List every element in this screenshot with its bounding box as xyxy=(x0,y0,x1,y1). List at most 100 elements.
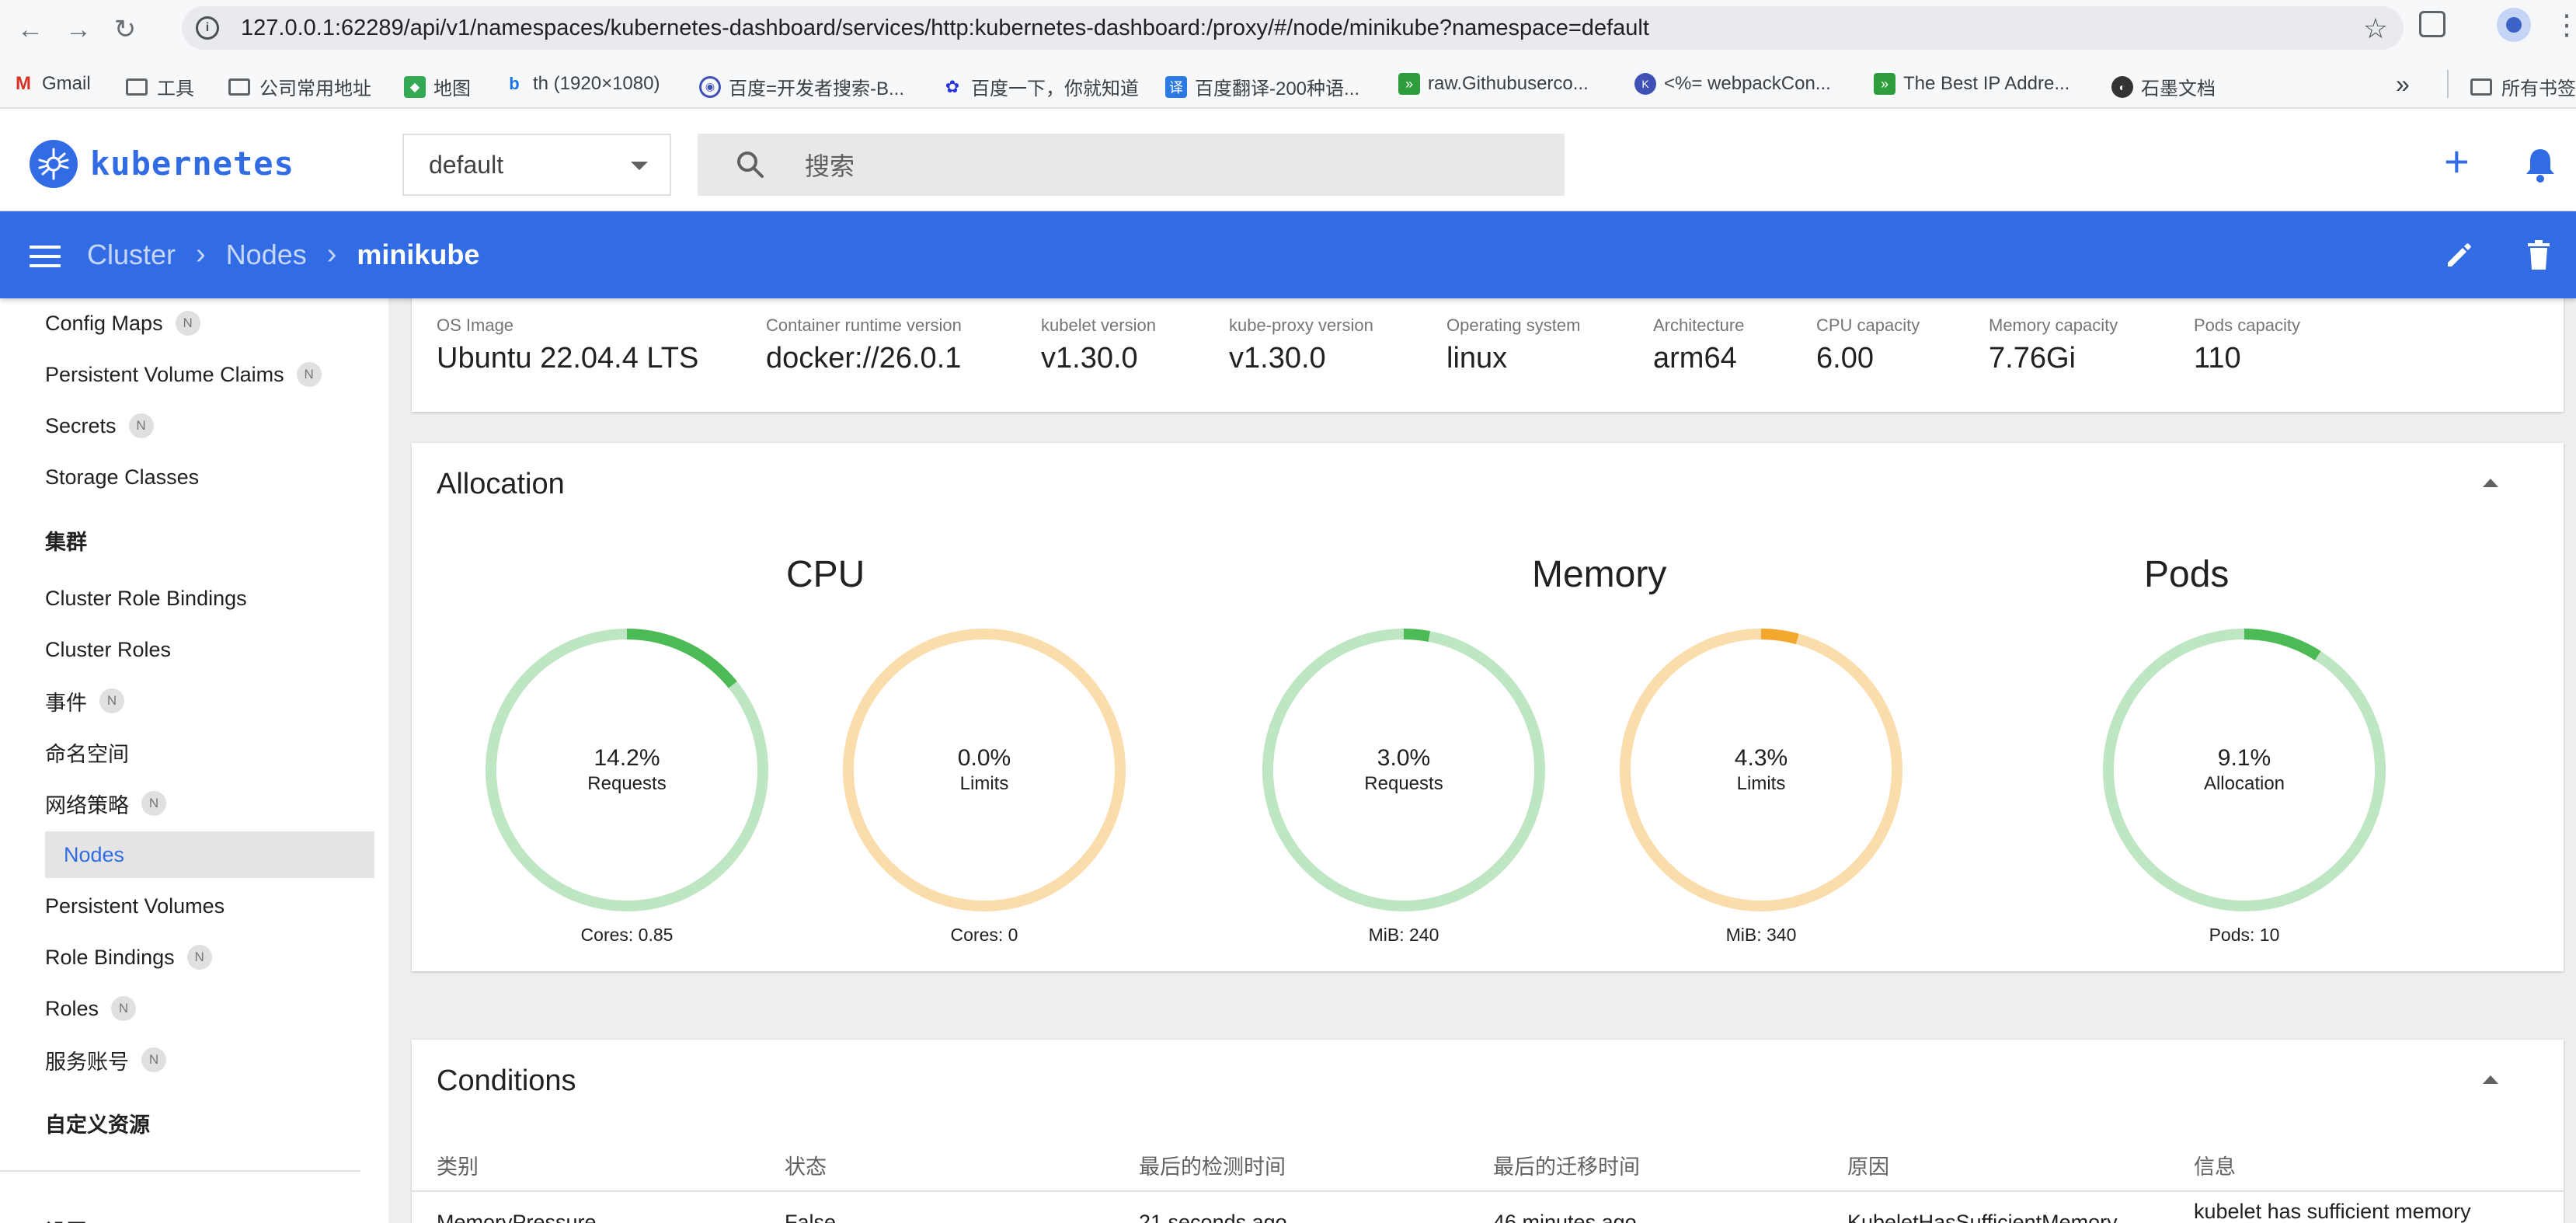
sidebar-item-label: Persistent Volumes xyxy=(45,894,225,918)
bookmark-star-icon[interactable]: ☆ xyxy=(2363,12,2388,45)
sidebar-item-nodes[interactable]: Nodes xyxy=(45,831,374,878)
all-bookmarks-folder[interactable]: 所有书签 xyxy=(2470,73,2576,100)
sidebar-item-namespaces[interactable]: 命名空间 xyxy=(45,729,129,775)
info-key: Architecture xyxy=(1653,315,1745,335)
sidebar-item-cluster-role-bindings[interactable]: Cluster Role Bindings xyxy=(45,575,247,622)
site-info-icon[interactable]: i xyxy=(196,16,219,40)
menu-hamburger-icon[interactable] xyxy=(30,246,61,267)
breadcrumb: Cluster › Nodes › minikube xyxy=(87,238,479,271)
bookmark-raw-github[interactable]: » raw.Githubuserco... xyxy=(1398,73,1589,95)
namespace-select[interactable]: default xyxy=(402,134,671,196)
bookmark-webpack[interactable]: K <%= webpackCon... xyxy=(1634,73,1831,95)
column-header-reason[interactable]: 原因 xyxy=(1847,1150,1889,1180)
reload-button[interactable]: ↻ xyxy=(107,12,143,47)
namespace-value: default xyxy=(429,150,504,179)
sidebar-item-label: Storage Classes xyxy=(45,465,200,489)
bookmark-gmail[interactable]: M Gmail xyxy=(12,73,91,95)
info-memory-capacity: Memory capacity 7.76Gi xyxy=(1989,315,2118,375)
column-header-last-probe[interactable]: 最后的检测时间 xyxy=(1139,1150,1286,1180)
extensions-icon[interactable] xyxy=(2419,11,2445,37)
bookmark-company-folder[interactable]: 公司常用地址 xyxy=(228,73,371,100)
create-resource-button[interactable]: + xyxy=(2444,140,2470,183)
bing-icon: b xyxy=(509,74,520,93)
sidebar-item-config-maps[interactable]: Config Maps N xyxy=(45,300,200,347)
sidebar-item-label: Role Bindings xyxy=(45,945,175,969)
column-header-last-transition[interactable]: 最后的迁移时间 xyxy=(1493,1150,1640,1180)
bookmark-translate[interactable]: 译 百度翻译-200种语... xyxy=(1165,73,1359,100)
collapse-caret-icon[interactable] xyxy=(2483,1075,2498,1084)
column-header-status[interactable]: 状态 xyxy=(785,1150,827,1180)
bookmark-baidu[interactable]: ✿ 百度一下，你就知道 xyxy=(942,73,1139,100)
info-kube-proxy-version: kube-proxy version v1.30.0 xyxy=(1229,315,1373,375)
browser-menu-icon[interactable]: ⋮ xyxy=(2553,11,2576,39)
system-info-card: OS Image Ubuntu 22.04.4 LTS Container ru… xyxy=(412,298,2564,412)
bookmark-ip-address[interactable]: » The Best IP Addre... xyxy=(1874,73,2070,95)
info-cpu-capacity: CPU capacity 6.00 xyxy=(1816,315,1920,375)
donut-footer: MiB: 240 xyxy=(1368,925,1439,945)
bookmark-label: Gmail xyxy=(42,73,91,94)
column-header-message[interactable]: 信息 xyxy=(2194,1150,2236,1180)
breadcrumb-cluster[interactable]: Cluster xyxy=(87,239,176,271)
back-button[interactable]: ← xyxy=(12,12,48,47)
allocation-title: Allocation xyxy=(437,468,565,500)
sidebar-section-custom-resources[interactable]: 自定义资源 xyxy=(45,1108,150,1138)
folder-icon xyxy=(126,78,148,96)
bookmark-maps[interactable]: ◆ 地图 xyxy=(404,73,471,100)
info-key: kubelet version xyxy=(1041,315,1156,335)
bookmark-label: th (1920×1080) xyxy=(533,73,660,94)
column-header-type[interactable]: 类别 xyxy=(437,1150,479,1180)
sidebar-item-label: 命名空间 xyxy=(45,742,129,766)
bookmark-label: 工具 xyxy=(157,78,194,99)
profile-avatar[interactable] xyxy=(2497,8,2531,42)
namespaced-badge: N xyxy=(296,362,322,387)
sidebar-section-settings[interactable]: 设置 xyxy=(45,1215,87,1223)
sidebar-item-cluster-roles[interactable]: Cluster Roles xyxy=(45,626,171,673)
donut-footer: Cores: 0 xyxy=(950,925,1018,945)
sidebar-item-storage-classes[interactable]: Storage Classes xyxy=(45,454,199,500)
forward-button[interactable]: → xyxy=(61,12,96,47)
bookmarks-bar: M Gmail 工具 公司常用地址 ◆ 地图 b th (1920×1080) … xyxy=(0,59,2576,109)
sidebar-item-network-policies[interactable]: 网络策略 N xyxy=(45,780,166,827)
sidebar-item-service-accounts[interactable]: 服务账号 N xyxy=(45,1037,166,1083)
bookmark-label: 百度=开发者搜索-B... xyxy=(729,78,905,99)
search-input[interactable]: 搜索 xyxy=(698,134,1565,196)
brand-wordmark[interactable]: kubernetes xyxy=(90,145,294,183)
sidebar-item-persistent-volumes[interactable]: Persistent Volumes xyxy=(45,883,225,929)
gmail-icon: M xyxy=(16,73,31,94)
sidebar-item-secrets[interactable]: Secrets N xyxy=(45,402,154,449)
sidebar-section-cluster[interactable]: 集群 xyxy=(45,525,87,556)
namespaced-badge: N xyxy=(175,311,200,336)
bookmark-bing[interactable]: b th (1920×1080) xyxy=(503,73,660,95)
namespaced-badge: N xyxy=(128,413,154,438)
address-bar[interactable]: i 127.0.0.1:62289/api/v1/namespaces/kube… xyxy=(182,6,2404,50)
group-title-memory: Memory xyxy=(1532,554,1667,595)
kubernetes-logo-icon[interactable] xyxy=(30,140,78,188)
notifications-bell-icon[interactable] xyxy=(2523,146,2557,183)
sidebar-item-events[interactable]: 事件 N xyxy=(45,678,124,724)
bookmark-label: 百度翻译-200种语... xyxy=(1195,78,1360,99)
search-icon xyxy=(735,149,766,180)
url-text[interactable]: 127.0.0.1:62289/api/v1/namespaces/kubern… xyxy=(241,16,1649,41)
sidebar-item-roles[interactable]: Roles N xyxy=(45,985,137,1032)
donut-percent: 4.3% xyxy=(1734,745,1788,771)
edit-pencil-icon[interactable] xyxy=(2444,239,2475,270)
bookmark-label: raw.Githubuserco... xyxy=(1428,73,1589,94)
bookmark-shimo[interactable]: ◐ 石墨文档 xyxy=(2111,73,2216,100)
info-value: docker://26.0.1 xyxy=(766,342,962,375)
table-header-divider xyxy=(412,1190,2564,1192)
collapse-caret-icon[interactable] xyxy=(2483,479,2498,487)
bookmark-baidu-dev[interactable]: ◉ 百度=开发者搜索-B... xyxy=(699,73,904,100)
bookmark-tools-folder[interactable]: 工具 xyxy=(126,73,194,100)
sidebar-item-label: 服务账号 xyxy=(45,1050,129,1074)
chevron-right-icon: › xyxy=(326,238,337,270)
bookmark-label: 石墨文档 xyxy=(2141,78,2216,99)
sidebar-item-label: Cluster Roles xyxy=(45,637,172,661)
delete-trash-icon[interactable] xyxy=(2525,239,2553,270)
donut-footer: Cores: 0.85 xyxy=(580,925,674,945)
bookmarks-overflow-icon[interactable]: » xyxy=(2396,70,2410,99)
donut-label: Requests xyxy=(587,773,667,794)
donut-percent: 0.0% xyxy=(957,745,1011,771)
sidebar-item-role-bindings[interactable]: Role Bindings N xyxy=(45,934,212,981)
sidebar-item-pvc[interactable]: Persistent Volume Claims N xyxy=(45,351,322,398)
breadcrumb-nodes[interactable]: Nodes xyxy=(226,239,307,271)
